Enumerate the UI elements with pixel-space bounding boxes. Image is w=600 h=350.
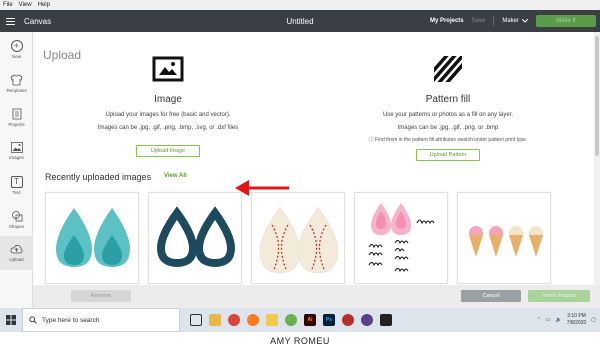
taskbar-pinned-apps: Ai Ps <box>190 314 392 326</box>
photoshop-icon[interactable]: Ps <box>323 314 335 326</box>
illustrator-icon[interactable]: Ai <box>304 314 316 326</box>
os-menu-bar: File View Help <box>0 0 600 10</box>
image-heading: Image <box>154 94 182 105</box>
hamburger-menu-icon[interactable] <box>0 17 20 25</box>
notifications-icon[interactable]: ▢ <box>591 317 596 323</box>
recent-uploads-title: Recently uploaded images <box>45 172 152 182</box>
image-icon <box>152 56 184 82</box>
left-sidebar: + New Templates Projects Images T Text S… <box>0 32 33 308</box>
chevron-up-icon[interactable]: ⌃ <box>537 317 541 323</box>
pattern-heading: Pattern fill <box>425 94 471 105</box>
task-view-icon[interactable] <box>190 314 202 326</box>
sidebar-item-images[interactable]: Images <box>0 134 33 168</box>
sidebar-item-text[interactable]: T Text <box>0 168 33 202</box>
bottom-action-bar: Remove Cancel Insert Images <box>33 285 600 308</box>
image-description: Upload your images for free (basic and v… <box>105 112 231 118</box>
save-button[interactable]: Save <box>472 18 486 24</box>
machine-label: Maker <box>502 18 519 24</box>
app-name: Canvas <box>24 16 52 26</box>
vertical-scrollbar[interactable] <box>594 32 600 308</box>
header-divider <box>493 16 495 26</box>
recorder-icon[interactable] <box>380 314 392 326</box>
pattern-fill-icon <box>434 56 462 82</box>
sidebar-item-templates[interactable]: Templates <box>0 66 33 100</box>
clock-date: 7/8/2020 <box>566 320 587 326</box>
machine-selector[interactable]: Maker <box>502 18 528 24</box>
sidebar-item-label: Projects <box>8 121 25 127</box>
file-explorer-icon[interactable] <box>209 314 221 326</box>
pattern-hint: ⓘ Find them in the pattern fill attribut… <box>343 136 553 143</box>
menu-view[interactable]: View <box>19 2 32 8</box>
uploaded-image-navy-earrings[interactable] <box>148 192 242 284</box>
plus-icon: + <box>10 39 23 52</box>
search-placeholder: Type here to search <box>42 316 100 324</box>
network-icon[interactable]: ▭ <box>546 317 551 323</box>
uploaded-image-ice-cream-cones[interactable] <box>457 192 551 284</box>
sidebar-item-label: Shapes <box>8 223 25 229</box>
app-header: Canvas Untitled My Projects Save Maker M… <box>0 10 600 32</box>
folder-icon[interactable] <box>266 314 278 326</box>
watermark-caption: AMY ROMEU <box>0 332 600 350</box>
sidebar-item-label: Text <box>12 189 21 195</box>
recent-uploads-grid <box>45 192 551 284</box>
search-icon <box>29 316 37 324</box>
uploaded-image-bride-design[interactable] <box>354 192 448 284</box>
remove-button[interactable]: Remove <box>71 290 131 302</box>
upload-panel: Upload Image Upload your images for free… <box>33 32 600 308</box>
design-space-icon[interactable] <box>285 314 297 326</box>
sidebar-item-label: Upload <box>9 257 24 262</box>
sidebar-item-label: Templates <box>6 87 27 93</box>
image-formats: Images can be .jpg, .gif, .png, .bmp, .s… <box>97 125 239 131</box>
upload-pattern-button[interactable]: Upload Pattern <box>416 149 480 161</box>
image-icon <box>10 142 23 153</box>
clock-time: 3:10 PM <box>567 313 586 319</box>
pattern-upload-section: Pattern fill Use your patterns or photos… <box>343 54 553 161</box>
menu-file[interactable]: File <box>3 2 13 8</box>
taskbar-search-box[interactable]: Type here to search <box>22 308 180 332</box>
insert-images-button[interactable]: Insert Images <box>528 290 590 302</box>
firefox-icon[interactable] <box>247 314 259 326</box>
upload-icon <box>10 245 23 254</box>
chrome-icon[interactable] <box>228 314 240 326</box>
cancel-button[interactable]: Cancel <box>461 290 521 302</box>
upload-image-button[interactable]: Upload Image <box>136 145 200 157</box>
uploaded-image-baseball-earrings[interactable] <box>251 192 345 284</box>
taskbar-clock[interactable]: 3:10 PM 7/8/2020 <box>567 313 586 327</box>
sidebar-item-shapes[interactable]: Shapes <box>0 202 33 236</box>
my-projects-link[interactable]: My Projects <box>430 18 464 24</box>
image-upload-section: Image Upload your images for free (basic… <box>73 54 263 157</box>
pattern-hint-text: Find them in the pattern fill attributes… <box>375 137 528 143</box>
text-icon: T <box>10 175 23 188</box>
sidebar-item-label: New <box>11 53 21 59</box>
menu-help[interactable]: Help <box>38 2 50 8</box>
app-icon[interactable] <box>342 314 354 326</box>
shirt-icon <box>10 74 23 85</box>
headphones-icon[interactable] <box>361 314 373 326</box>
sidebar-item-label: Images <box>9 155 24 160</box>
start-button[interactable] <box>0 308 22 332</box>
sidebar-item-upload[interactable]: Upload <box>0 236 33 270</box>
document-title[interactable]: Untitled <box>286 17 313 26</box>
pattern-formats: Images can be .jpg, .gif, .png, or .bmp <box>397 125 499 131</box>
scrollbar-thumb[interactable] <box>595 36 599 156</box>
system-tray: ⌃ ▭ 🔈 3:10 PM 7/8/2020 ▢ <box>537 308 596 332</box>
windows-logo-icon <box>6 315 16 325</box>
chevron-down-icon <box>522 19 528 23</box>
sidebar-item-projects[interactable]: Projects <box>0 100 33 134</box>
pattern-description: Use your patterns or photos as a fill on… <box>382 112 514 118</box>
make-it-button[interactable]: Make It <box>536 15 596 27</box>
windows-taskbar: Type here to search Ai Ps ⌃ ▭ 🔈 3:10 PM … <box>0 308 600 332</box>
sidebar-item-new[interactable]: + New <box>0 32 33 66</box>
view-all-link[interactable]: View All <box>164 173 187 179</box>
volume-icon[interactable]: 🔈 <box>556 317 562 323</box>
shapes-icon <box>11 210 22 221</box>
uploaded-image-teal-earrings[interactable] <box>45 192 139 284</box>
projects-icon <box>12 108 21 119</box>
